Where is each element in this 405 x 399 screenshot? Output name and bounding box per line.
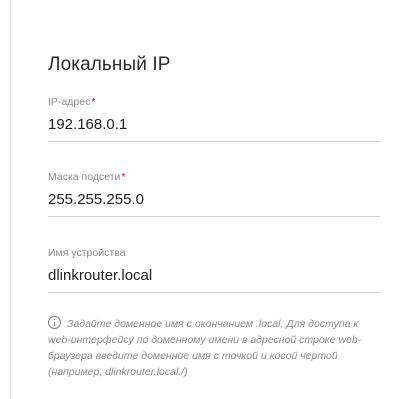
required-mark: * — [91, 96, 96, 108]
section-title: Локальный IP — [48, 54, 171, 75]
settings-panel: Локальный IP IP-адрес* Маска подсети* Им… — [10, 0, 405, 399]
subnet-mask-field-group: Маска подсети* — [48, 171, 380, 217]
ip-address-field-group: IP-адрес* — [48, 96, 380, 142]
ip-address-label: IP-адрес* — [48, 96, 96, 108]
device-name-input[interactable] — [48, 263, 380, 293]
required-mark: * — [121, 171, 126, 183]
hint-text-block: Задайте доменное имя с окончанием .local… — [48, 316, 368, 380]
ip-address-input[interactable] — [48, 112, 380, 142]
device-name-label: Имя устройства — [48, 247, 126, 259]
hint-text: Задайте доменное имя с окончанием .local… — [48, 318, 362, 378]
subnet-mask-label: Маска подсети* — [48, 171, 126, 183]
info-icon — [48, 316, 61, 329]
subnet-mask-input[interactable] — [48, 187, 380, 217]
device-name-field-group: Имя устройства — [48, 247, 380, 293]
